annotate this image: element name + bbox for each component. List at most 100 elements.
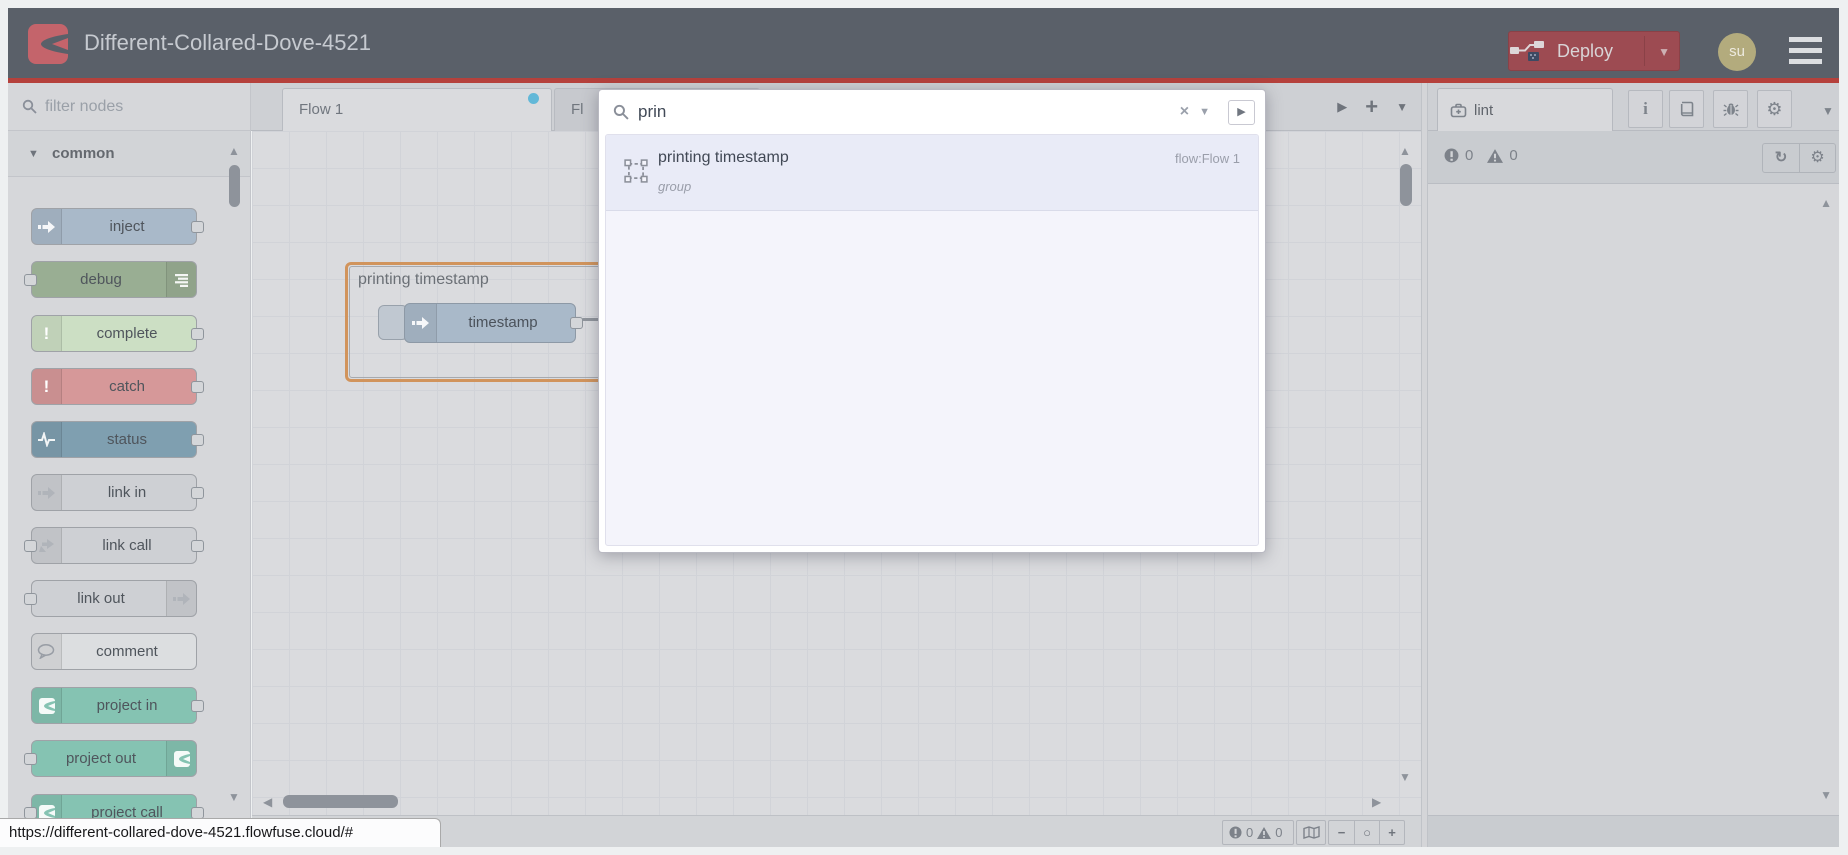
flow-group[interactable]: printing timestamp timestamp <box>345 262 623 382</box>
zoom-in-button[interactable]: + <box>1379 821 1404 844</box>
palette-node-status[interactable]: status <box>31 421 204 458</box>
browser-status-url: https://different-collared-dove-4521.flo… <box>0 818 441 847</box>
tab-flow-1[interactable]: Flow 1 <box>282 88 552 131</box>
palette-node-comment[interactable]: comment <box>31 633 197 670</box>
sidebar-scroll-up-icon[interactable]: ▲ <box>1820 197 1832 209</box>
search-dialog: × ▼ ▶ printing timestamp group flow:Flow… <box>598 89 1266 553</box>
search-input[interactable] <box>638 102 1174 122</box>
search-result-row[interactable]: printing timestamp group flow:Flow 1 <box>606 135 1258 211</box>
menu-bar-icon <box>1789 48 1822 53</box>
palette-node-project-in[interactable]: project in <box>31 687 204 724</box>
palette-node-inject[interactable]: inject <box>31 208 204 245</box>
sidebar-tab-label: lint <box>1474 101 1494 119</box>
group-label: printing timestamp <box>358 271 489 288</box>
lint-counts: 0 0 <box>1444 147 1518 164</box>
node-palette: ▼ common inject debug ! complete ! catch <box>8 131 251 847</box>
deploy-button[interactable]: Deploy ▼ <box>1508 31 1680 71</box>
navigator-map-button[interactable] <box>1296 820 1326 845</box>
palette-scroll-down-icon[interactable]: ▼ <box>228 791 240 803</box>
palette-scroll-up-icon[interactable]: ▲ <box>228 145 240 157</box>
canvas-scroll-left-icon[interactable]: ◀ <box>263 796 272 808</box>
config-nodes-button[interactable]: ⚙ <box>1757 90 1792 128</box>
lint-refresh-button[interactable]: ↻ <box>1763 144 1799 172</box>
deploy-separator <box>1644 36 1645 66</box>
sidebar-header: lint i ⚙ ▼ <box>1428 83 1839 131</box>
flow-issues-badge[interactable]: 0 0 <box>1222 820 1294 845</box>
gear-icon: ⚙ <box>1810 149 1825 166</box>
inject-node-timestamp[interactable]: timestamp <box>404 303 583 343</box>
error-count: 0 <box>1246 825 1254 840</box>
sidebar-footer <box>1428 815 1839 847</box>
palette-node-link-call[interactable]: link call <box>24 527 204 564</box>
tabbar-toolbar: ▶ + ▼ <box>1337 83 1408 131</box>
deploy-options-caret[interactable]: ▼ <box>1658 45 1670 59</box>
zoom-reset-button[interactable]: ○ <box>1354 821 1379 844</box>
error-circle-icon <box>1229 826 1242 839</box>
chevron-down-icon: ▼ <box>28 148 39 160</box>
unsaved-changes-dot <box>528 93 539 104</box>
sidebar-scroll-down-icon[interactable]: ▼ <box>1820 789 1832 801</box>
tab-scroll-right-icon[interactable]: ▶ <box>1337 99 1347 115</box>
warning-triangle-icon <box>1257 826 1272 839</box>
search-history-caret-icon[interactable]: ▼ <box>1195 106 1214 118</box>
user-avatar[interactable]: su <box>1718 33 1756 71</box>
node-label: project in <box>96 697 158 714</box>
node-label: comment <box>96 643 158 660</box>
search-bar: × ▼ ▶ <box>599 90 1265 134</box>
debug-panel-button[interactable] <box>1713 90 1748 128</box>
palette-node-link-out[interactable]: link out <box>24 580 197 617</box>
canvas-scroll-down-icon[interactable]: ▼ <box>1399 771 1411 783</box>
info-panel-button[interactable]: i <box>1628 90 1663 128</box>
output-port <box>191 487 204 499</box>
canvas-hscrollbar-thumb[interactable] <box>283 795 398 808</box>
search-icon <box>22 99 37 114</box>
palette-filter-input[interactable] <box>45 97 215 116</box>
tab-label: Flow 1 <box>299 101 344 118</box>
lint-kit-icon <box>1450 103 1467 117</box>
header: Different-Collared-Dove-4521 Deploy ▼ su <box>8 8 1839 78</box>
result-type: group <box>658 179 692 194</box>
palette-node-catch[interactable]: ! catch <box>31 368 204 405</box>
sidebar-tab-lint[interactable]: lint <box>1437 88 1613 131</box>
palette-filter <box>8 83 251 131</box>
main-menu-button[interactable] <box>1789 37 1822 65</box>
add-flow-button[interactable]: + <box>1365 94 1378 120</box>
canvas-vscrollbar-thumb[interactable] <box>1400 164 1412 206</box>
palette-node-debug[interactable]: debug <box>24 261 197 298</box>
zoom-controls: − ○ + <box>1328 820 1405 845</box>
help-panel-button[interactable] <box>1669 90 1704 128</box>
flowfuse-logo-icon[interactable] <box>28 24 68 64</box>
deploy-label: Deploy <box>1557 40 1614 61</box>
search-results-list: printing timestamp group flow:Flow 1 <box>605 134 1259 546</box>
node-label: link in <box>107 484 147 501</box>
tab-list-caret-icon[interactable]: ▼ <box>1396 100 1408 114</box>
sidebar-resize-handle[interactable] <box>1421 83 1428 847</box>
node-label: timestamp <box>468 314 538 331</box>
zoom-out-button[interactable]: − <box>1329 821 1354 844</box>
tab-label: Fl <box>571 101 584 118</box>
clear-search-icon[interactable]: × <box>1174 103 1195 121</box>
instance-title: Different-Collared-Dove-4521 <box>84 30 371 55</box>
palette-node-link-in[interactable]: link in <box>31 474 204 511</box>
sidebar-tabs-caret-icon[interactable]: ▼ <box>1822 104 1834 118</box>
inject-icon <box>405 304 437 342</box>
node-label: project out <box>65 750 137 767</box>
error-circle-icon <box>1444 148 1459 163</box>
lint-error-count: 0 <box>1465 147 1474 164</box>
search-options-button[interactable]: ▶ <box>1228 99 1255 125</box>
result-title: printing timestamp <box>658 149 789 166</box>
result-flow: flow:Flow 1 <box>1174 151 1240 166</box>
node-label: complete <box>96 325 158 342</box>
palette-scrollbar-thumb[interactable] <box>229 165 240 207</box>
group-icon <box>624 159 648 183</box>
menu-bar-icon <box>1789 59 1822 64</box>
palette-category-common[interactable]: ▼ common <box>8 131 250 177</box>
canvas-scroll-up-icon[interactable]: ▲ <box>1399 145 1411 157</box>
lint-toolbar: 0 0 ↻ ⚙ <box>1428 131 1839 184</box>
input-port <box>24 274 37 286</box>
palette-node-project-out[interactable]: project out <box>24 740 197 777</box>
palette-node-complete[interactable]: ! complete <box>31 315 204 352</box>
canvas-scroll-right-icon[interactable]: ▶ <box>1372 796 1381 808</box>
lint-actions: ↻ ⚙ <box>1762 143 1836 173</box>
lint-settings-button[interactable]: ⚙ <box>1798 144 1835 172</box>
